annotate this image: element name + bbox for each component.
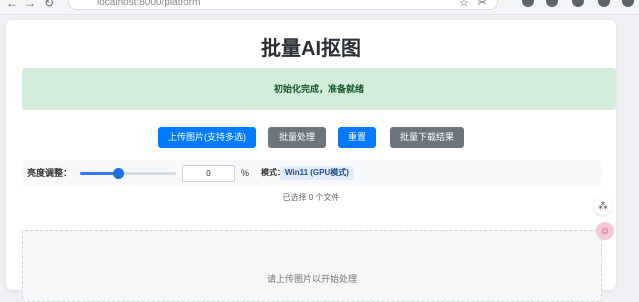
- extension-icon[interactable]: [598, 0, 610, 7]
- tools-icon[interactable]: ⁂: [594, 197, 612, 215]
- batch-process-button[interactable]: 批量处理: [268, 127, 326, 148]
- upload-images-button[interactable]: 上传图片(支持多选): [158, 127, 256, 148]
- profile-avatar-icon[interactable]: [572, 0, 584, 7]
- control-bar: 亮度调整： 0 % 模式： Win11 (GPU模式): [22, 160, 602, 186]
- screenshot-icon[interactable]: ✂: [478, 0, 487, 9]
- browser-chrome: ← → ↻ localhost:8000/platform ☆ ✂: [0, 0, 639, 15]
- extension-icon[interactable]: [546, 0, 558, 7]
- batch-download-button[interactable]: 批量下载结果: [390, 127, 464, 148]
- back-icon[interactable]: ←: [6, 0, 18, 10]
- status-banner: 初始化完成，准备就绪: [22, 68, 616, 110]
- address-bar[interactable]: localhost:8000/platform ☆ ✂: [68, 0, 498, 10]
- menu-icon[interactable]: [622, 0, 634, 7]
- reset-button[interactable]: 重置: [338, 127, 376, 148]
- brightness-slider[interactable]: [80, 168, 176, 179]
- brightness-label: 亮度调整：: [27, 168, 73, 178]
- address-url: localhost:8000/platform: [97, 0, 201, 8]
- forward-icon[interactable]: →: [24, 0, 36, 10]
- main-card: 批量AI抠图 初始化完成，准备就绪 上传图片(支持多选) 批量处理 重置 批量下…: [6, 20, 616, 302]
- brightness-slider-thumb[interactable]: [113, 168, 125, 179]
- selected-count: 已选择 0 个文件: [282, 193, 340, 202]
- percent-sign: %: [241, 168, 250, 178]
- assistant-icon[interactable]: ☺: [596, 222, 614, 240]
- extension-icon[interactable]: [522, 0, 534, 7]
- bookmark-star-icon[interactable]: ☆: [459, 0, 469, 9]
- image-dropzone[interactable]: 请上传图片以开始处理: [22, 230, 602, 302]
- brightness-input[interactable]: 0: [182, 165, 235, 182]
- mode-badge: Win11 (GPU模式): [280, 166, 354, 180]
- page-title: 批量AI抠图: [261, 38, 361, 60]
- reload-icon[interactable]: ↻: [44, 0, 54, 10]
